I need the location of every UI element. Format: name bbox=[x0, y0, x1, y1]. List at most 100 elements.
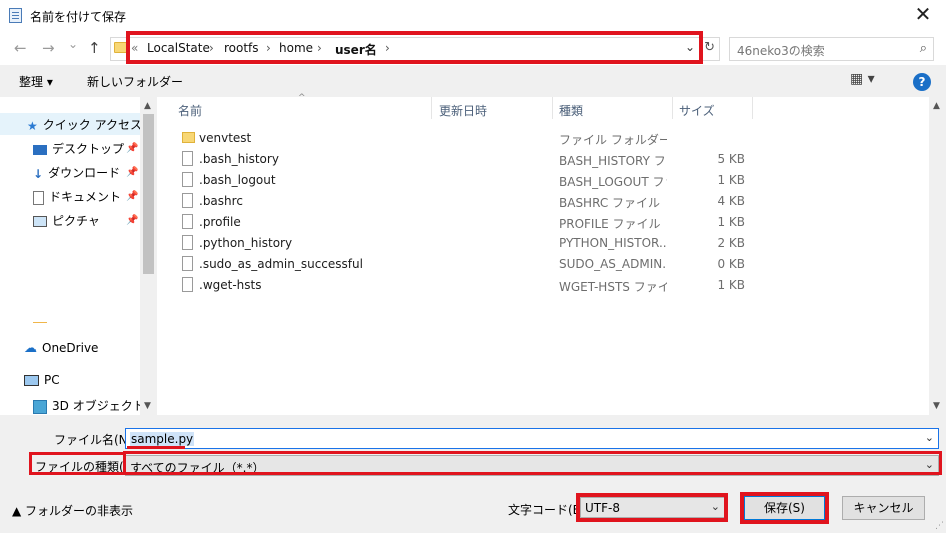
file-list-scrollbar[interactable]: ▲ ▼ bbox=[929, 97, 946, 415]
sidebar-item-downloads[interactable]: ↓ ダウンロード bbox=[33, 164, 120, 181]
save-form: ファイル名(N): sample.py ⌄ ファイルの種類(T): すべてのファ… bbox=[0, 415, 946, 533]
file-icon bbox=[182, 193, 193, 208]
file-row[interactable]: .profile PROFILE ファイル 1 KB bbox=[157, 212, 929, 233]
encoding-highlight-box bbox=[576, 493, 728, 522]
sidebar-item-desktop[interactable]: デスクトップ bbox=[33, 140, 124, 157]
resize-grip-icon[interactable]: ⋰ bbox=[935, 521, 944, 531]
search-icon[interactable]: ⌕ bbox=[920, 41, 927, 56]
file-row[interactable]: .bash_history BASH_HISTORY ファ... 5 KB bbox=[157, 149, 929, 170]
window-title: 名前を付けて保存 bbox=[30, 10, 127, 24]
column-header-type[interactable]: 種類 bbox=[559, 102, 583, 119]
title-bar: 名前を付けて保存 ✕ bbox=[0, 0, 946, 31]
file-size: 0 KB bbox=[717, 257, 745, 271]
sidebar-item-label: ピクチャ bbox=[52, 214, 100, 228]
file-icon bbox=[182, 256, 193, 271]
file-name: .bashrc bbox=[199, 194, 243, 208]
column-divider[interactable] bbox=[552, 97, 553, 119]
up-button[interactable]: ↑ bbox=[88, 39, 101, 57]
navigation-pane: ★ クイック アクセス デスクトップ 📌 ↓ ダウンロード 📌 ドキュメント 📌 ピ… bbox=[0, 97, 145, 415]
computer-icon bbox=[24, 375, 39, 386]
file-type: SUDO_AS_ADMIN... bbox=[559, 257, 667, 271]
file-type: BASH_HISTORY ファ... bbox=[559, 154, 667, 168]
sidebar-item-label: デスクトップ bbox=[52, 142, 125, 156]
file-name: .bash_history bbox=[199, 152, 279, 166]
file-name: .bash_logout bbox=[199, 173, 276, 187]
file-name: .sudo_as_admin_successful bbox=[199, 257, 363, 271]
filename-value: sample.py bbox=[130, 432, 195, 446]
sidebar-item-label: ドキュメント bbox=[49, 190, 122, 204]
forward-button[interactable]: → bbox=[42, 39, 55, 57]
sidebar-item-onedrive[interactable]: ☁ OneDrive bbox=[24, 341, 98, 356]
sidebar-item-label: PC bbox=[44, 373, 60, 387]
recent-locations-button[interactable]: ⌄ bbox=[68, 37, 78, 51]
folder-icon bbox=[182, 132, 195, 143]
pin-icon[interactable]: 📌 bbox=[126, 191, 138, 202]
scroll-up-icon[interactable]: ▲ bbox=[933, 101, 940, 111]
close-button[interactable]: ✕ bbox=[900, 0, 946, 31]
help-icon[interactable]: ? bbox=[913, 73, 931, 91]
column-divider[interactable] bbox=[752, 97, 753, 119]
column-divider[interactable] bbox=[431, 97, 432, 119]
pin-icon[interactable]: 📌 bbox=[126, 167, 138, 178]
sort-ascending-icon: ^ bbox=[298, 93, 306, 103]
pin-icon[interactable]: 📌 bbox=[126, 143, 138, 154]
hide-folders-button[interactable]: ▲ フォルダーの非表示 bbox=[12, 502, 133, 519]
file-type: ファイル フォルダー bbox=[559, 133, 667, 147]
scroll-up-icon[interactable]: ▲ bbox=[144, 101, 151, 111]
file-size: 1 KB bbox=[717, 215, 745, 229]
sidebar-item-quick-access[interactable]: ★ クイック アクセス bbox=[0, 113, 142, 135]
file-row[interactable]: .python_history PYTHON_HISTOR... 2 KB bbox=[157, 233, 929, 254]
cancel-button[interactable]: キャンセル bbox=[842, 496, 925, 520]
view-options-button[interactable]: ▦ ▾ bbox=[850, 71, 875, 87]
file-row[interactable]: .bashrc BASHRC ファイル 4 KB bbox=[157, 191, 929, 212]
sidebar-item-label: クイック アクセス bbox=[42, 118, 142, 132]
save-highlight-box bbox=[740, 492, 829, 524]
star-icon: ★ bbox=[27, 118, 38, 133]
scroll-down-icon[interactable]: ▼ bbox=[144, 401, 151, 411]
file-row[interactable]: .bash_logout BASH_LOGOUT ファ... 1 KB bbox=[157, 170, 929, 191]
cube-icon bbox=[33, 399, 47, 414]
sidebar-item-3d-objects[interactable]: 3D オブジェクト bbox=[33, 397, 145, 414]
pictures-icon bbox=[33, 216, 47, 227]
file-size: 2 KB bbox=[717, 236, 745, 250]
sidebar-item-label: 3D オブジェクト bbox=[52, 399, 145, 413]
address-highlight-box bbox=[126, 31, 703, 64]
sidebar-item-pc[interactable]: PC bbox=[24, 373, 60, 387]
scrollbar-thumb[interactable] bbox=[143, 114, 154, 274]
file-row[interactable]: .wget-hsts WGET-HSTS ファイル 1 KB bbox=[157, 275, 929, 296]
new-folder-button[interactable]: 新しいフォルダー bbox=[87, 73, 183, 90]
file-size: 5 KB bbox=[717, 152, 745, 166]
search-box[interactable]: 46neko3の検索 ⌕ bbox=[729, 37, 934, 61]
file-name: .wget-hsts bbox=[199, 278, 262, 292]
sidebar-item-documents[interactable]: ドキュメント bbox=[33, 188, 121, 205]
organize-button[interactable]: 整理 ▾ bbox=[19, 73, 53, 90]
refresh-icon[interactable]: ↻ bbox=[704, 40, 715, 55]
file-type: PYTHON_HISTOR... bbox=[559, 236, 667, 250]
column-divider[interactable] bbox=[672, 97, 673, 119]
file-row[interactable]: .sudo_as_admin_successful SUDO_AS_ADMIN.… bbox=[157, 254, 929, 275]
filename-highlight-underline bbox=[127, 446, 185, 449]
divider bbox=[33, 322, 47, 323]
file-icon bbox=[182, 151, 193, 166]
sidebar-item-pictures[interactable]: ピクチャ bbox=[33, 212, 100, 229]
file-name: venvtest bbox=[199, 131, 252, 145]
back-button[interactable]: ← bbox=[14, 39, 27, 57]
column-header-date[interactable]: 更新日時 bbox=[439, 102, 487, 119]
column-header-name[interactable]: 名前 bbox=[178, 102, 202, 119]
file-name: .python_history bbox=[199, 236, 293, 250]
chevron-down-icon[interactable]: ⌄ bbox=[925, 431, 934, 444]
search-placeholder: 46neko3の検索 bbox=[737, 44, 825, 58]
filetype-label-highlight bbox=[29, 452, 124, 475]
column-header-size[interactable]: サイズ bbox=[679, 102, 715, 119]
file-icon bbox=[182, 277, 193, 292]
command-bar: 整理 ▾ 新しいフォルダー ▦ ▾ ? bbox=[0, 65, 946, 97]
file-icon bbox=[182, 172, 193, 187]
scroll-down-icon[interactable]: ▼ bbox=[933, 401, 940, 411]
file-row[interactable]: venvtest ファイル フォルダー bbox=[157, 128, 929, 149]
navigation-scrollbar[interactable]: ▲ ▼ bbox=[140, 97, 157, 415]
notepad-icon bbox=[9, 8, 22, 23]
filename-input[interactable]: sample.py ⌄ bbox=[125, 428, 939, 449]
file-size: 4 KB bbox=[717, 194, 745, 208]
pin-icon[interactable]: 📌 bbox=[126, 215, 138, 226]
file-size: 1 KB bbox=[717, 278, 745, 292]
